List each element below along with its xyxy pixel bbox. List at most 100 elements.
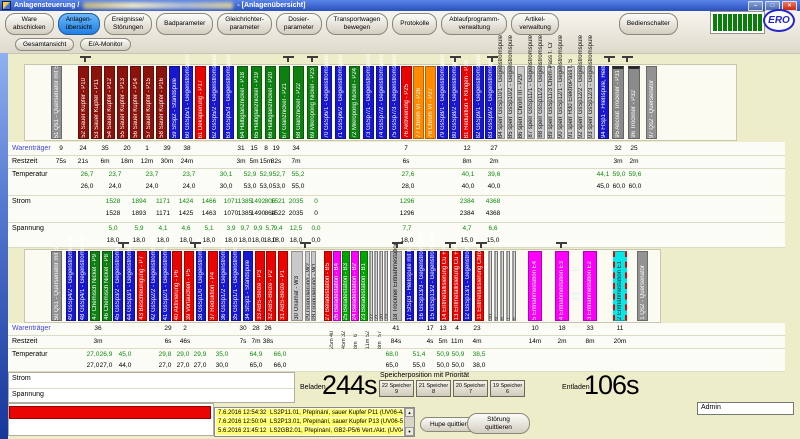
station-bar-36-gssp1-2-gegenstromspüle[interactable]: 36 GsSp1/2 - Gegenstromspüle — [219, 251, 229, 321]
station-bar-61-dekapierung-p17[interactable]: 61 Dekapierung - P17 — [195, 66, 206, 139]
station-bar-29-granulierung-w2[interactable]: 29 Granulierung - W2 — [305, 251, 310, 321]
station-bar-86-sperr-chrom-iii-p29[interactable]: 86 sperr Chrom III - P29 — [517, 66, 525, 139]
station-bar-39-vortauchen-p5[interactable]: 39 Vortauchen - P5 — [184, 251, 194, 321]
station-bar-21[interactable]: 21 — [374, 251, 378, 321]
station-bar-28-granulierung-w1[interactable]: 28 Granulierung - W1 — [311, 251, 316, 321]
station-bar-60-gssp5-1-gegenstromspüle[interactable]: 60 GsSp5/1 - Gegenstromspüle — [182, 66, 193, 139]
log-entry[interactable]: 5.6.2016 21:45:12LS2GB2.01, Přepínání, G… — [216, 427, 403, 435]
station-bar-69-mikroporig-nickel-p23[interactable]: 69 Mikroporig Nickel - P23 — [307, 66, 318, 139]
station-bar-84-sperr-gssp10-1-gegenstromspüle[interactable]: 84 sperr GsSp10/1 - Gegenstromspüle — [497, 66, 505, 139]
station-bar-52-sauer-kupfer-p10[interactable]: 52 Sauer Kupfer - P10 — [78, 66, 89, 139]
station-bar-17-stsp3-heißspüle-mit-k[interactable]: 17 StSp3 - Heißspüle mit K — [405, 251, 414, 321]
station-bar-13-entmetallisierung-cu-ni[interactable]: 13 Entmetallisierung Cu + Ni — [452, 251, 461, 321]
subtoolbar-button-gesamtansicht[interactable]: Gesamtansicht — [15, 38, 74, 51]
station-bar-91-sperr-h30-elektropass-f-s[interactable]: 91 sperr H30 ElektroPass f. S — [567, 66, 575, 139]
station-bar-88-sperr-gssp11-2-gegenstromspüle[interactable]: 88 sperr GsSp11/2 - Gegenstromspüle — [537, 66, 545, 139]
station-bar-72-mikroporig-nickel-p24[interactable]: 72 Mikroporig Nickel - P24 — [349, 66, 360, 139]
station-bar-16-gssp13-3-gegenstromspüle[interactable]: 16 GsSp13/3 - Gegenstromspüle — [417, 251, 426, 321]
station-bar-50-qs1-quersenator-mit-s[interactable]: 50 Qs1 - Quersenator mit S — [51, 251, 62, 321]
station-bar-1-qs2-quersenator[interactable]: 1 Qs2 - Quersenator — [637, 251, 648, 321]
station-bar-38-gssp1-0-gegenstromspüle[interactable]: 38 GsSp1/0 - Gegenstromspüle — [196, 251, 206, 321]
station-bar-27-beladestation-b5[interactable]: 27 Beladestation - B5 — [324, 251, 332, 321]
station-bar-32-abs-beize-p2[interactable]: 32 ABS-Beize - P2 — [266, 251, 276, 321]
station-bar-83-gssp9-2-gegenstromspüle[interactable]: 83 GsSp9/2 - Gegenstromspüle — [485, 66, 496, 139]
station-bar-82-gssp9-1-gegenstromspüle[interactable]: 82 GsSp9/1 - Gegenstromspüle — [473, 66, 484, 139]
subtoolbar-button-e-a-monitor[interactable]: E/A-Monitor — [80, 38, 130, 51]
station-bar-93-sperr-gssp12-3-gegenstromspüle[interactable]: 93 sperr GsSp12/3 - Gegenstromspüle — [587, 66, 595, 139]
station-bar-87-sperr-gssp11-1-gegenstromspüle[interactable]: 87 sperr GsSp11/1 - Gegenstromspüle — [527, 66, 535, 139]
station-bar-35-gssp1-1-gegenstromspüle[interactable]: 35 GsSp1/1 - Gegenstromspüle — [231, 251, 241, 321]
station-bar-63-gssp5-3-gegenstromspüle[interactable]: 63 GsSp5/3 - Gegenstromspüle — [223, 66, 234, 139]
station-bar-5-entnahmestation-e4[interactable]: 5 Entnahmestation E4 — [528, 251, 542, 321]
station-bar-45-gssp3-2-gegenstromspüle[interactable]: 45 GsSp3/2 - Gegenstromspüle — [113, 251, 123, 321]
station-bar-73-gssp7-1-gegenstromspüle[interactable]: 73 GsSp7/1 - Gegenstromspüle — [363, 66, 374, 139]
station-bar-41-gssp2-1-gegenstromspüle[interactable]: 41 GsSp2/1 - Gegenstromspüle — [161, 251, 171, 321]
station-bar-11-entmetallisierung-chrom[interactable]: 11 Entmetallisierung Chrom — [475, 251, 484, 321]
toolbar-button-ware-abschicken[interactable]: Ware abschicken — [5, 13, 54, 35]
station-bar-49-gssp4-2-gegenstromspüle[interactable]: 49 GsSp4/2 - Gegenstromspüle — [66, 251, 76, 321]
station-bar-3-entnahmestation-e2[interactable]: 3 Entnahmestation E2 — [583, 251, 597, 321]
station-bar-94-flsp1-fließspüle-heiß[interactable]: 94 FlSp1 - Fließspüle, Heiß — [598, 66, 609, 139]
station-bar-24-beladestation-b2[interactable]: 24 Beladestation - B2 — [351, 251, 359, 321]
station-bar-6[interactable]: 6 — [512, 251, 516, 321]
station-bar-37-reduktion-p4[interactable]: 37 Reduktion - P4 — [208, 251, 218, 321]
station-bar-80-gssp8-2-gegenstromspüle[interactable]: 80 GsSp8/2 - Gegenstromspüle — [449, 66, 460, 139]
station-bar-62-gssp5-2-gegenstromspüle[interactable]: 62 GsSp5/2 - Gegenstromspüle — [209, 66, 220, 139]
scroll-up-icon[interactable]: ▲ — [405, 408, 414, 417]
station-bar-85-sperr-gssp10-2-gegenstromspüle[interactable]: 85 sperr GsSp10/2 - Gegenstromspüle — [507, 66, 515, 139]
station-bar-76-aktivierung-p25[interactable]: 76 Aktivierung - P25 — [401, 66, 412, 139]
station-bar-79-gssp8-1-gegenstromspüle[interactable]: 79 GsSp8/1 - Gegenstromspüle — [437, 66, 448, 139]
minimize-button[interactable]: – — [748, 1, 763, 11]
scroll-down-icon[interactable]: ▼ — [405, 427, 414, 436]
station-bar-43-beschleunigung-p7[interactable]: 43 Beschleunigung - P7 — [137, 251, 147, 321]
station-bar-40-aktivierung-p6[interactable]: 40 Aktivierung - P6 — [172, 251, 182, 321]
station-bar-2-entnahmestation-e1[interactable]: 2 Entnahmestation E1 — [613, 251, 627, 321]
station-bar-42-gssp2-2-gegenstromspüle[interactable]: 42 GsSp2/2 - Gegenstromspüle — [149, 251, 159, 321]
station-bar-64-halbglanznickel-p18[interactable]: 64 Halbglanznickel - P18 — [237, 66, 248, 139]
speicher-button-19-speicher-6[interactable]: 19 Speicher 6 — [490, 380, 525, 397]
station-bar-25-beladestation-b3[interactable]: 25 Beladestation - B3 — [342, 251, 350, 321]
station-bar-10[interactable]: 10 — [488, 251, 492, 321]
station-bar-54-sauer-kupfer-p12[interactable]: 54 Sauer Kupfer - P12 — [104, 66, 115, 139]
station-bar-55-sauer-kupfer-p13[interactable]: 55 Sauer Kupfer - P13 — [117, 66, 128, 139]
station-bar-12-gssp13-1-gegenstromspüle[interactable]: 12 GsSp13/1 - Gegenstromspüle — [463, 251, 472, 321]
station-bar-57-sauer-kupfer-p15[interactable]: 57 Sauer Kupfer - P15 — [143, 66, 154, 139]
station-bar-59-stsp2-standspüle[interactable]: 59 StSp2 - Standspüle — [169, 66, 180, 139]
station-bar-20[interactable]: 20 — [379, 251, 383, 321]
station-bar-97-qs2-quersenator[interactable]: 97 Qs2 - Quersenator — [646, 66, 657, 139]
station-bar-23-beladestation-b1[interactable]: 23 Beladestation - B1 — [360, 251, 368, 321]
station-bar-9[interactable]: 9 — [494, 251, 498, 321]
speicher-button-21-speicher-8[interactable]: 21 Speicher 8 — [416, 380, 451, 397]
station-bar-47-chemisch-nickel-p9[interactable]: 47 Chemisch Nickel - P9 — [90, 251, 100, 321]
station-bar-19[interactable]: 19 — [384, 251, 388, 321]
log-entry[interactable]: 7.6.2016 12:50:04LS2P13.01, Přepínání, s… — [216, 418, 403, 426]
station-bar-26-beladestation-b4[interactable]: 26 Beladestation - B4 — [333, 251, 341, 321]
station-bar-95-abcoat-trockner-p31[interactable]: 95 Abcoat Trockner - P31 — [612, 66, 624, 139]
toolbar-button-bedienschalter[interactable]: Bedienschalter — [619, 13, 678, 35]
station-bar-8[interactable]: 8 — [500, 251, 504, 321]
toolbar-button-ablaufprogramm-verwaltung[interactable]: Ablaufprogramm- verwaltung — [441, 13, 507, 35]
station-bar-81-reduktion-klingen-p28[interactable]: 81 Reduktion + Klingen - P28 — [461, 66, 472, 139]
station-bar-58-sauer-kupfer-p16[interactable]: 58 Sauer Kupfer - P16 — [156, 66, 167, 139]
station-bar-78-chrom-vi-p27[interactable]: 78 Chrom VI - P27 — [425, 66, 436, 139]
log-entry[interactable]: 7.6.2016 12:54:32LS2P11.01, Přepínání, s… — [216, 409, 403, 417]
station-bar-22[interactable]: 22 — [369, 251, 373, 321]
station-bar-66-halbglanznickel-p20[interactable]: 66 Halbglanznickel - P20 — [265, 66, 276, 139]
toolbar-button-gleichrichter-parameter[interactable]: Gleichrichter- parameter — [217, 13, 272, 35]
station-bar-71-gssp6-2-gegenstromspüle[interactable]: 71 GsSp6/2 - Gegenstromspüle — [335, 66, 346, 139]
station-bar-44-gssp3-1-gegenstromspüle[interactable]: 44 GsSp3/1 - Gegenstromspüle — [125, 251, 135, 321]
station-bar-96-trockner-p32[interactable]: 96 Trockner - P32 — [628, 66, 640, 139]
toolbar-button-dosier-parameter[interactable]: Dosier- parameter — [276, 13, 322, 35]
station-bar-4-entnahmestation-e3[interactable]: 4 Entnahmestation E3 — [555, 251, 569, 321]
station-bar-33-abs-beize-p3[interactable]: 33 ABS-Beize - P3 — [255, 251, 265, 321]
toolbar-button-transportwagen-bewegen[interactable]: Transportwagen bewegen — [326, 13, 389, 35]
station-bar-89-sperr-gssp11-3-chem-pass-f-cr[interactable]: 89 sperr GsSp11/3 Chem-Pass f. Cr — [547, 66, 555, 139]
toolbar-button-badparameter[interactable]: Badparameter — [156, 13, 213, 35]
speicher-button-20-speicher-7[interactable]: 20 Speicher 7 — [453, 380, 488, 397]
station-bar-68-glanznickel-p22[interactable]: 68 Glanznickel - P22 — [293, 66, 304, 139]
toolbar-button-anlagen-übersicht[interactable]: Anlagen- übersicht — [58, 13, 100, 35]
toolbar-button-artikel-verwaltung[interactable]: Artikel- verwaltung — [511, 13, 558, 35]
log-scrollbar[interactable]: ▲ ▼ — [404, 408, 414, 436]
station-bar-31-abs-beize-p1[interactable]: 31 ABS-Beize - P1 — [278, 251, 288, 321]
speicher-button-22-speicher-9[interactable]: 22 Speicher 9 — [379, 380, 414, 397]
